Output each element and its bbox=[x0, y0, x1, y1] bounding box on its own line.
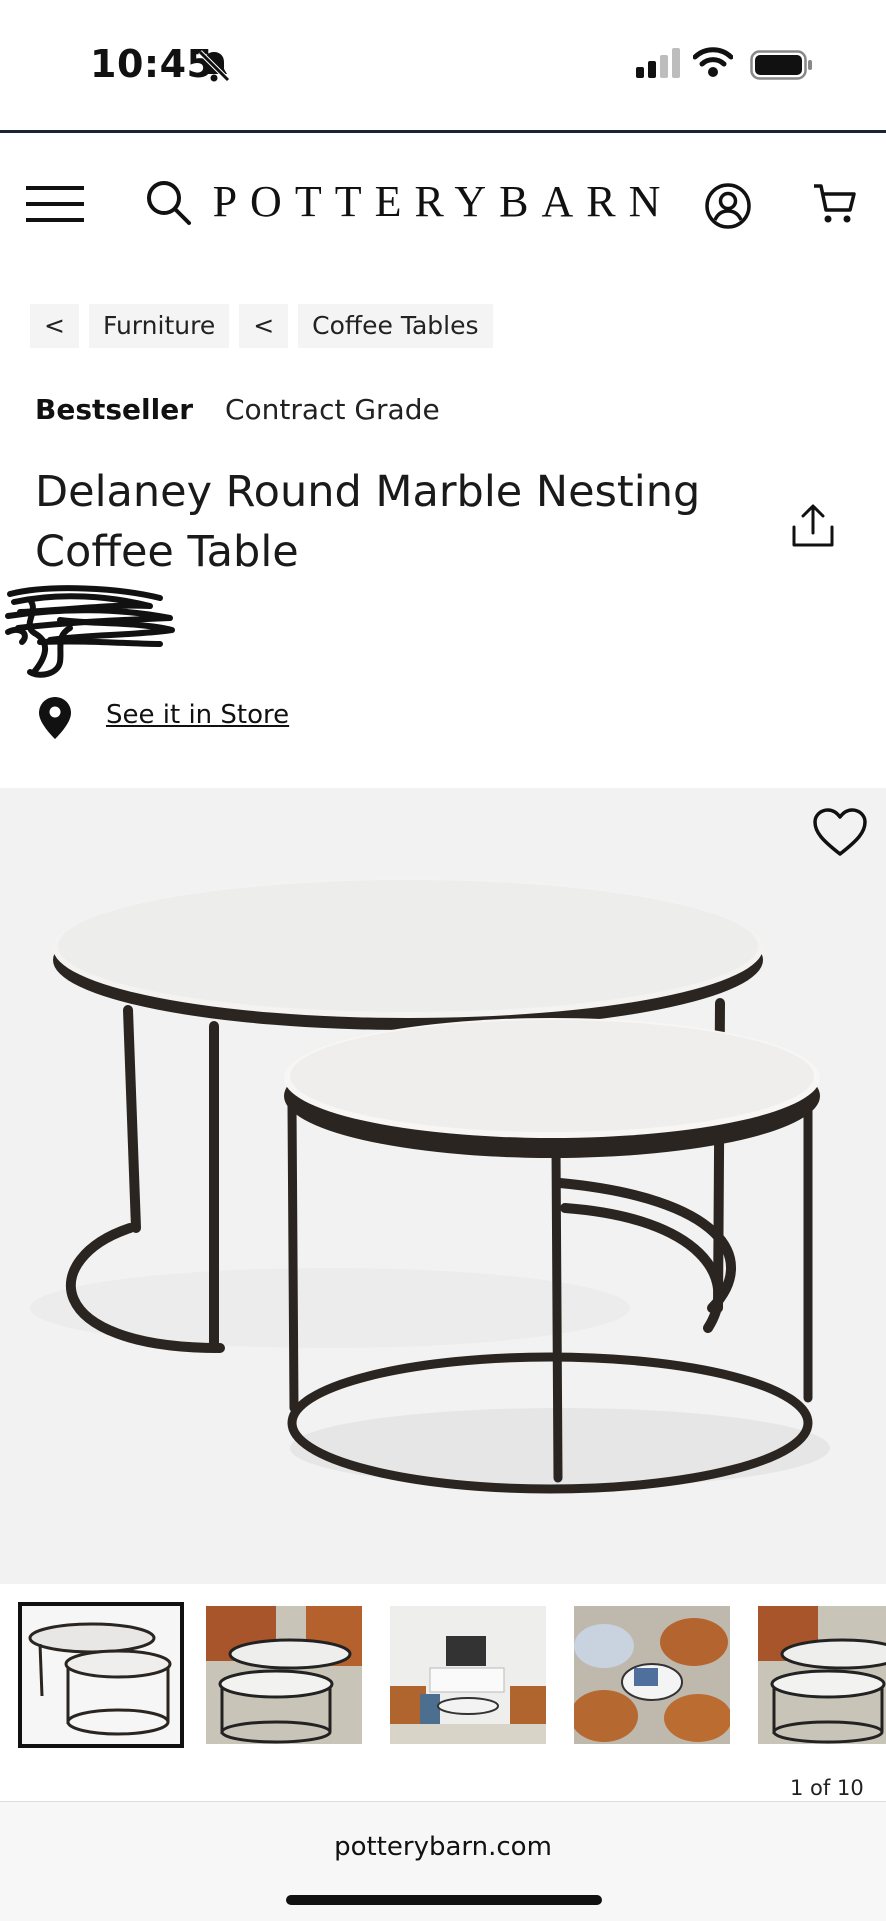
gallery-counter: 1 of 10 bbox=[790, 1776, 864, 1800]
breadcrumb-coffee-tables[interactable]: Coffee Tables bbox=[298, 304, 493, 348]
header-divider bbox=[0, 130, 886, 133]
wifi-icon bbox=[693, 47, 733, 77]
account-icon[interactable] bbox=[704, 182, 752, 230]
nesting-tables-illustration bbox=[30, 878, 830, 1494]
favorite-heart-icon[interactable] bbox=[812, 808, 868, 858]
breadcrumb-back-coffee-tables[interactable]: < bbox=[239, 304, 289, 348]
breadcrumb-furniture[interactable]: Furniture bbox=[88, 304, 230, 348]
site-header: POTTERYBARN bbox=[0, 134, 886, 274]
home-indicator bbox=[286, 1895, 602, 1905]
thumbnail-1-image bbox=[28, 1622, 172, 1736]
product-hero-image[interactable] bbox=[0, 788, 886, 1584]
see-in-store-link[interactable]: See it in Store bbox=[106, 700, 289, 730]
thumbnail-2[interactable] bbox=[206, 1606, 362, 1744]
thumbnail-1[interactable] bbox=[18, 1602, 184, 1748]
thumbnail-5[interactable] bbox=[758, 1606, 886, 1744]
product-title: Delaney Round Marble Nesting Coffee Tabl… bbox=[35, 467, 701, 577]
url-text[interactable]: potterybarn.com bbox=[0, 1832, 886, 1862]
browser-url-bar[interactable]: potterybarn.com bbox=[0, 1801, 886, 1921]
breadcrumb: < Furniture < Coffee Tables bbox=[30, 304, 493, 348]
cart-icon[interactable] bbox=[812, 182, 856, 226]
redaction-scribble bbox=[5, 585, 175, 678]
tag-bestseller: Bestseller bbox=[35, 393, 194, 426]
thumbnail-3-image bbox=[390, 1606, 546, 1744]
thumbnail-5-image bbox=[758, 1606, 886, 1744]
thumbnail-3[interactable] bbox=[390, 1606, 546, 1744]
status-time: 10:45 bbox=[90, 42, 214, 86]
thumbnail-4[interactable] bbox=[574, 1606, 730, 1744]
breadcrumb-back-furniture[interactable]: < bbox=[30, 304, 79, 348]
site-logo[interactable]: POTTERYBARN bbox=[0, 176, 886, 227]
product-tags: Bestseller Contract Grade bbox=[35, 393, 440, 426]
thumbnail-strip bbox=[0, 1596, 886, 1756]
battery-icon bbox=[750, 50, 812, 80]
thumbnail-4-image bbox=[574, 1606, 730, 1744]
signal-icon bbox=[636, 48, 680, 78]
bell-slash-icon bbox=[198, 50, 230, 82]
thumbnail-2-image bbox=[206, 1606, 362, 1744]
map-pin-icon bbox=[39, 697, 71, 739]
share-icon[interactable] bbox=[790, 503, 836, 549]
status-bar: 10:45 bbox=[0, 0, 886, 130]
tag-contract-grade: Contract Grade bbox=[225, 393, 440, 426]
